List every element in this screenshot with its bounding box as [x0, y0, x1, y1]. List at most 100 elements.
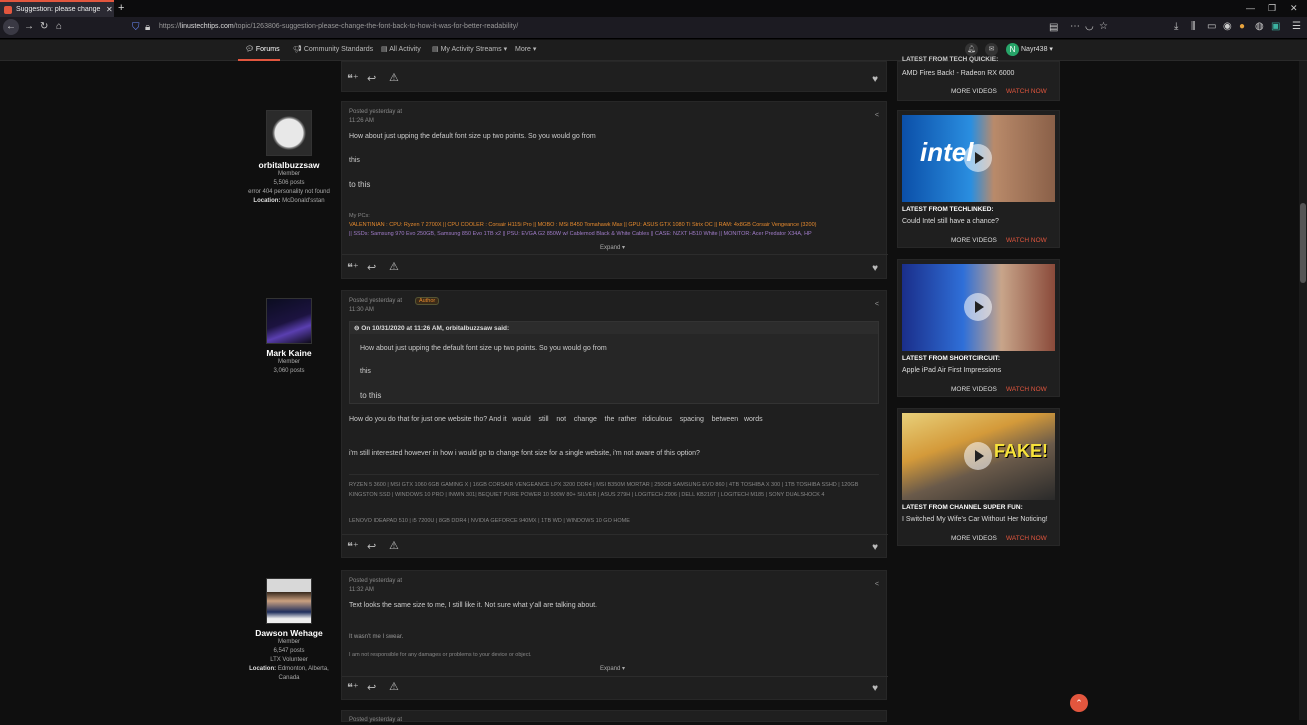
nav-more[interactable]: More ▾ [515, 45, 536, 53]
nav-community-standards[interactable]: 📢︎ Community Standards [293, 45, 373, 53]
reply-icon[interactable]: ↩ [367, 72, 376, 85]
video-card: intel LATEST FROM TECHLINKED: Could Inte… [897, 110, 1060, 248]
pocket-icon[interactable]: ◡ [1085, 21, 1094, 32]
avatar[interactable] [266, 578, 312, 624]
reply-icon[interactable]: ↩ [367, 681, 376, 694]
quote-text: How about just upping the default font s… [360, 345, 607, 352]
share-icon[interactable]: < [875, 301, 879, 308]
menu-icon[interactable]: ☰ [1292, 21, 1301, 32]
more-videos-link[interactable]: MORE VIDEOS [951, 88, 997, 95]
extension-icon[interactable]: ▣ [1271, 21, 1280, 32]
watch-now-link[interactable]: WATCH NOW [1006, 237, 1047, 244]
extension-icon[interactable]: ● [1239, 21, 1245, 32]
signature: My PCs: VALENTINIAN : CPU: Ryzen 7 2700X… [349, 213, 817, 237]
video-title[interactable]: AMD Fires Back! - Radeon RX 6000 [902, 70, 1014, 77]
like-heart-icon[interactable]: ♥ [872, 263, 878, 274]
new-tab-icon[interactable]: + [118, 2, 124, 14]
page-actions-icon[interactable]: ⋯ [1070, 21, 1080, 32]
reader-view-icon[interactable]: ▤ [1049, 22, 1058, 33]
messages-icon[interactable]: ✉ [985, 43, 998, 56]
like-heart-icon[interactable]: ♥ [872, 74, 878, 85]
user-menu[interactable]: Nayr438 ▾ [1021, 45, 1053, 53]
video-thumbnail[interactable] [902, 264, 1055, 351]
bookmark-star-icon[interactable]: ☆ [1099, 21, 1108, 32]
post-author-panel: Mark Kaine Member 3,060 posts [244, 298, 334, 376]
share-icon[interactable]: < [875, 112, 879, 119]
report-icon[interactable]: ⚠ [389, 71, 399, 84]
video-thumbnail[interactable]: intel [902, 115, 1055, 202]
extension-icon[interactable]: ◍ [1255, 21, 1264, 32]
divider [342, 254, 888, 255]
downloads-icon[interactable]: ⤓ [1174, 21, 1178, 32]
browser-tab[interactable]: Suggestion: please change the ✕ [0, 0, 114, 17]
browser-nav-bar: ← → ↻ ⌂ ⛉ 🔒︎ https://linustechtips.com/t… [0, 17, 1307, 39]
video-thumbnail[interactable]: FAKE! [902, 413, 1055, 500]
post-text: How about just upping the default font s… [349, 133, 596, 140]
multiquote-icon[interactable]: ❝⁺ [347, 72, 359, 85]
watch-now-link[interactable]: WATCH NOW [1006, 535, 1047, 542]
site-header: 💬︎ Forums 📢︎ Community Standards ▤ All A… [0, 40, 1307, 61]
scrollbar-thumb[interactable] [1300, 203, 1306, 283]
signature: I am not responsible for any damages or … [349, 652, 532, 658]
back-icon[interactable]: ← [3, 19, 19, 35]
maximize-icon[interactable]: ❐ [1268, 3, 1276, 14]
watch-now-link[interactable]: WATCH NOW [1006, 386, 1047, 393]
author-extra: LTX Volunteer [270, 657, 308, 663]
expand-link[interactable]: Expand ▾ [600, 665, 625, 674]
avatar[interactable] [266, 110, 312, 156]
reply-icon[interactable]: ↩ [367, 540, 376, 553]
report-icon[interactable]: ⚠ [389, 260, 399, 273]
notifications-bell-icon[interactable]: 🔔︎ [965, 43, 978, 56]
more-videos-link[interactable]: MORE VIDEOS [951, 237, 997, 244]
play-icon[interactable] [964, 293, 992, 321]
play-icon[interactable] [964, 144, 992, 172]
more-videos-link[interactable]: MORE VIDEOS [951, 535, 997, 542]
video-title[interactable]: I Switched My Wife's Car Without Her Not… [902, 516, 1048, 523]
sidebar-toggle-icon[interactable]: ▭ [1207, 21, 1216, 32]
signature: It wasn't me I swear. [349, 634, 404, 640]
close-window-icon[interactable]: ✕ [1290, 3, 1298, 14]
multiquote-icon[interactable]: ❝⁺ [347, 261, 359, 274]
video-channel-label: LATEST FROM SHORTCIRCUIT: [902, 355, 1001, 362]
like-heart-icon[interactable]: ♥ [872, 683, 878, 694]
user-avatar[interactable]: N [1006, 43, 1019, 56]
video-title[interactable]: Apple iPad Air First Impressions [902, 367, 1001, 374]
tab-title: Suggestion: please change the [16, 6, 102, 13]
scroll-to-top-button[interactable]: ⌃ [1070, 694, 1088, 712]
library-icon[interactable]: ⫼ [1191, 21, 1196, 32]
play-icon[interactable] [964, 442, 992, 470]
author-location: Location: Edmonton, Alberta, Canada [249, 666, 329, 681]
post-card-next: Posted yesterday at [341, 710, 887, 723]
scrollbar[interactable] [1299, 61, 1307, 720]
author-name[interactable]: orbitalbuzzsaw [244, 160, 334, 170]
close-tab-icon[interactable]: ✕ [106, 5, 113, 14]
multiquote-icon[interactable]: ❝⁺ [347, 540, 359, 553]
browser-tab-bar: Suggestion: please change the ✕ + — ❐ ✕ [0, 0, 1307, 17]
forward-icon[interactable]: → [24, 21, 34, 32]
nav-forums[interactable]: 💬︎ Forums [245, 45, 280, 53]
like-heart-icon[interactable]: ♥ [872, 542, 878, 553]
nav-my-activity-streams[interactable]: ▤ My Activity Streams ▾ [432, 45, 507, 53]
quote-header: ⊖ On 10/31/2020 at 11:26 AM, orbitalbuzz… [354, 325, 510, 332]
expand-link[interactable]: Expand ▾ [600, 244, 625, 253]
minimize-icon[interactable]: — [1246, 3, 1255, 13]
report-icon[interactable]: ⚠ [389, 680, 399, 693]
post-card-previous: ❝⁺ ↩ ⚠ ♥ [341, 61, 887, 92]
post-date: Posted yesterday at 11:26 AM [349, 109, 403, 124]
avatar[interactable] [266, 298, 312, 344]
address-bar[interactable]: ⛉ 🔒︎ https://linustechtips.com/topic/126… [129, 19, 1063, 36]
account-icon[interactable]: ◉ [1223, 21, 1232, 32]
multiquote-icon[interactable]: ❝⁺ [347, 681, 359, 694]
author-name[interactable]: Mark Kaine [244, 348, 334, 358]
reload-icon[interactable]: ↻ [40, 21, 48, 32]
nav-all-activity[interactable]: ▤ All Activity [381, 45, 421, 53]
author-name[interactable]: Dawson Wehage [244, 628, 334, 638]
report-icon[interactable]: ⚠ [389, 539, 399, 552]
video-title[interactable]: Could Intel still have a chance? [902, 218, 999, 225]
more-videos-link[interactable]: MORE VIDEOS [951, 386, 997, 393]
home-icon[interactable]: ⌂ [56, 21, 62, 32]
share-icon[interactable]: < [875, 581, 879, 588]
watch-now-link[interactable]: WATCH NOW [1006, 88, 1047, 95]
reply-icon[interactable]: ↩ [367, 261, 376, 274]
lock-icon: 🔒︎ [145, 22, 151, 33]
